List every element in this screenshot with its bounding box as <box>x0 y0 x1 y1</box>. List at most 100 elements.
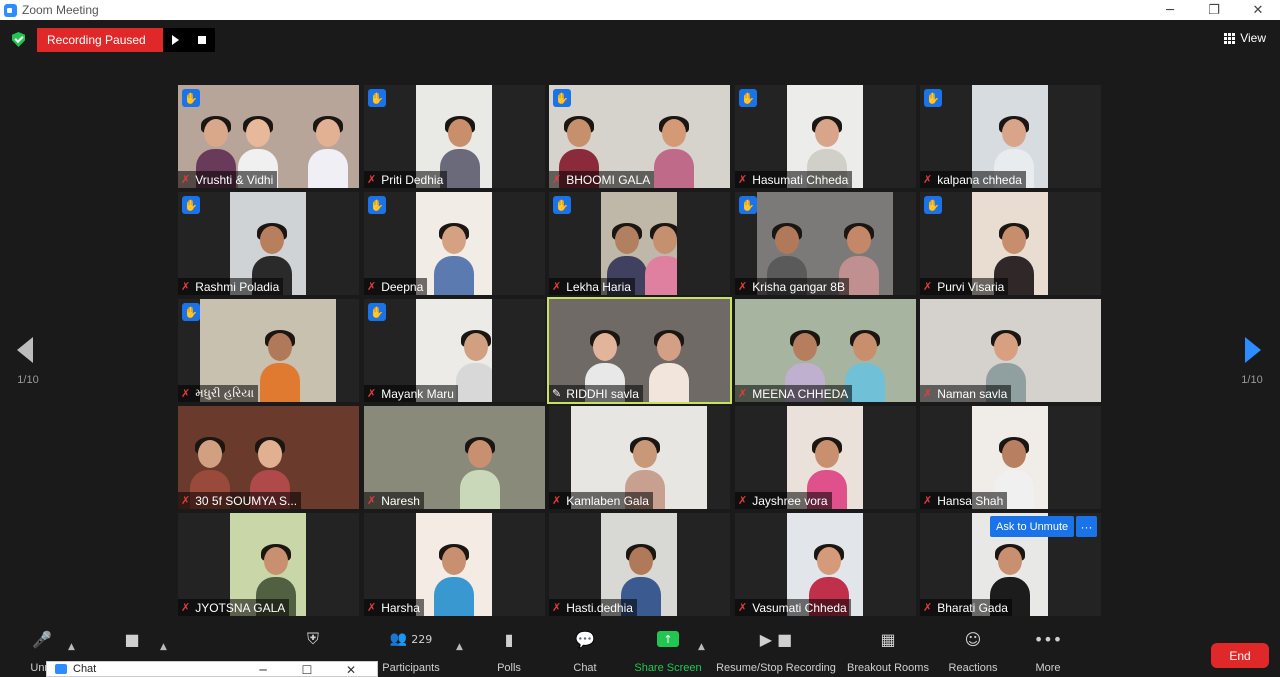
end-meeting-button[interactable]: End <box>1211 643 1269 668</box>
participant-name: Harsha <box>381 600 420 615</box>
breakout-rooms-icon: ▦ <box>880 629 896 649</box>
window-title-bar: Zoom Meeting ─ ❐ ✕ <box>0 0 1280 20</box>
chat-close-button[interactable]: ✕ <box>329 662 373 677</box>
participant-nametag: ✗ BHOOMI GALA <box>549 171 655 188</box>
participants-label: Participants <box>382 662 440 674</box>
muted-mic-icon: ✗ <box>367 280 377 293</box>
breakout-rooms-button[interactable]: ▦ Breakout Rooms <box>844 626 932 677</box>
security-shield-icon[interactable] <box>12 32 25 47</box>
participant-name: મધુરી હરિયા <box>195 386 255 400</box>
resume-stop-recording-button[interactable]: ▶ ■ Resume/Stop Recording <box>714 626 838 677</box>
participant-name: Vrushti & Vidhi <box>195 172 274 187</box>
muted-mic-icon: 🎤 <box>32 629 52 649</box>
participant-tile[interactable]: ✗ Naresh <box>364 406 545 509</box>
view-button[interactable]: View <box>1224 31 1266 45</box>
polls-button[interactable]: ▮ Polls <box>492 626 526 677</box>
muted-mic-icon: ✗ <box>552 601 562 614</box>
maximize-button[interactable]: ❐ <box>1192 0 1236 20</box>
muted-mic-icon: ✗ <box>552 280 562 293</box>
share-options-caret[interactable]: ▲ <box>698 642 705 652</box>
participant-name: Jayshree vora <box>752 493 828 508</box>
participant-tile[interactable]: ✋ ✗ Purvi Visaria <box>920 192 1101 295</box>
participant-figure <box>654 116 694 188</box>
chat-minimize-button[interactable]: ─ <box>241 662 285 677</box>
more-button[interactable]: ••• More <box>1030 626 1066 677</box>
participant-tile[interactable]: ✗ Jayshree vora <box>735 406 916 509</box>
participant-tile[interactable]: ✗ Naman savla <box>920 299 1101 402</box>
raised-hand-icon: ✋ <box>553 196 571 214</box>
reactions-icon: ☺ <box>964 629 982 649</box>
participant-tile[interactable]: ✋ ✗ BHOOMI GALA <box>549 85 730 188</box>
participants-button[interactable]: 👥 229 Participants <box>381 626 441 677</box>
recording-controls-icon: ▶ ■ <box>759 629 793 649</box>
participant-tile[interactable]: ✋ ✗ Mayank Maru <box>364 299 545 402</box>
raised-hand-icon: ✋ <box>924 196 942 214</box>
participant-tile[interactable]: ✋ ✗ Krisha gangar 8B <box>735 192 916 295</box>
chat-maximize-button[interactable]: ☐ <box>285 662 329 677</box>
participant-tile[interactable]: ✗ Hansa Shah <box>920 406 1101 509</box>
participants-options-caret[interactable]: ▲ <box>456 642 463 652</box>
participant-tile[interactable]: ✋ ✗ મધુરી હરિયા <box>178 299 359 402</box>
raised-hand-icon: ✋ <box>182 196 200 214</box>
participant-nametag: ✗ Rashmi Poladia <box>178 278 284 295</box>
participant-tile[interactable]: ✗ Kamlaben Gala <box>549 406 730 509</box>
participant-nametag: ✗ Deepna <box>364 278 428 295</box>
participant-tile[interactable]: ✋ ✗ Lekha Haria <box>549 192 730 295</box>
participant-tile[interactable]: ✗ Hasti.dedhia <box>549 513 730 616</box>
gallery-grid: ✋ ✗ Vrushti & Vidhi ✋ ✗ Priti Dedhia ✋ ✗ BHOOMI … <box>178 85 1102 616</box>
chat-window: Chat ─ ☐ ✕ <box>46 661 378 677</box>
participant-tile[interactable]: ✋ ✗ Rashmi Poladia <box>178 192 359 295</box>
page-indicator-left: 1/10 <box>17 374 39 386</box>
participant-figure <box>460 437 500 509</box>
breakout-rooms-label: Breakout Rooms <box>847 662 929 674</box>
next-page-button[interactable] <box>1245 337 1265 363</box>
participant-tile[interactable]: ✗ Vasumati Chheda <box>735 513 916 616</box>
participant-nametag: ✗ kalpana chheda <box>920 171 1026 188</box>
window-title: Zoom Meeting <box>22 3 99 17</box>
participant-tile[interactable]: ✗ JYOTSNA GALA <box>178 513 359 616</box>
participant-tile[interactable]: ✎ RIDDHI savla <box>547 297 732 404</box>
chat-button[interactable]: 💬 Chat <box>568 626 602 677</box>
participant-figure <box>645 223 677 295</box>
participant-tile[interactable]: ✋ ✗ kalpana chheda <box>920 85 1101 188</box>
participant-nametag: ✗ Naman savla <box>920 385 1012 402</box>
reactions-button[interactable]: ☺ Reactions <box>946 626 1000 677</box>
participant-figure <box>434 544 474 616</box>
ask-to-unmute-button[interactable]: Ask to Unmute <box>990 516 1075 537</box>
participant-tile[interactable]: ✗ MEENA CHHEDA <box>735 299 916 402</box>
participant-tile[interactable]: ✋ ✗ Priti Dedhia <box>364 85 545 188</box>
raised-hand-icon: ✋ <box>368 303 386 321</box>
stop-recording-button[interactable] <box>188 28 215 52</box>
close-button[interactable]: ✕ <box>1236 0 1280 20</box>
participant-name: Priti Dedhia <box>381 172 444 187</box>
participant-name: 30 5f SOUMYA S... <box>195 493 298 508</box>
participant-nametag: ✗ Naresh <box>364 492 424 509</box>
participant-name: Rashmi Poladia <box>195 279 280 294</box>
share-screen-button[interactable]: ↑ Share Screen <box>632 626 704 677</box>
audio-options-caret[interactable]: ▲ <box>68 642 75 652</box>
participant-name: MEENA CHHEDA <box>752 386 849 401</box>
participant-name: Hasti.dedhia <box>566 600 633 615</box>
participant-tile[interactable]: ✗ Harsha <box>364 513 545 616</box>
participant-nametag: ✗ Jayshree vora <box>735 492 832 509</box>
participant-name: Naresh <box>381 493 420 508</box>
participant-nametag: ✗ મધુરી હરિયા <box>178 385 259 402</box>
participant-more-options-button[interactable]: ··· <box>1076 516 1097 537</box>
participant-nametag: ✗ Purvi Visaria <box>920 278 1009 295</box>
video-options-caret[interactable]: ▲ <box>160 642 167 652</box>
muted-mic-icon: ✗ <box>181 280 191 293</box>
participant-tile[interactable]: ✋ ✗ Hasumati Chheda <box>735 85 916 188</box>
muted-mic-icon: ✗ <box>367 494 377 507</box>
participant-tile[interactable]: ✋ ✗ Deepna <box>364 192 545 295</box>
previous-page-button[interactable] <box>17 337 37 363</box>
participant-name: Lekha Haria <box>566 279 631 294</box>
resume-recording-button[interactable] <box>162 28 189 52</box>
muted-mic-icon: ✗ <box>181 387 191 400</box>
minimize-button[interactable]: ─ <box>1148 0 1192 20</box>
arrow-left-icon <box>17 337 33 363</box>
recording-label: Resume/Stop Recording <box>716 662 836 674</box>
participant-tile[interactable]: ✋ ✗ Vrushti & Vidhi <box>178 85 359 188</box>
window-controls: ─ ❐ ✕ <box>1148 0 1280 20</box>
arrow-right-icon <box>1245 337 1261 363</box>
participant-tile[interactable]: ✗ 30 5f SOUMYA S... <box>178 406 359 509</box>
